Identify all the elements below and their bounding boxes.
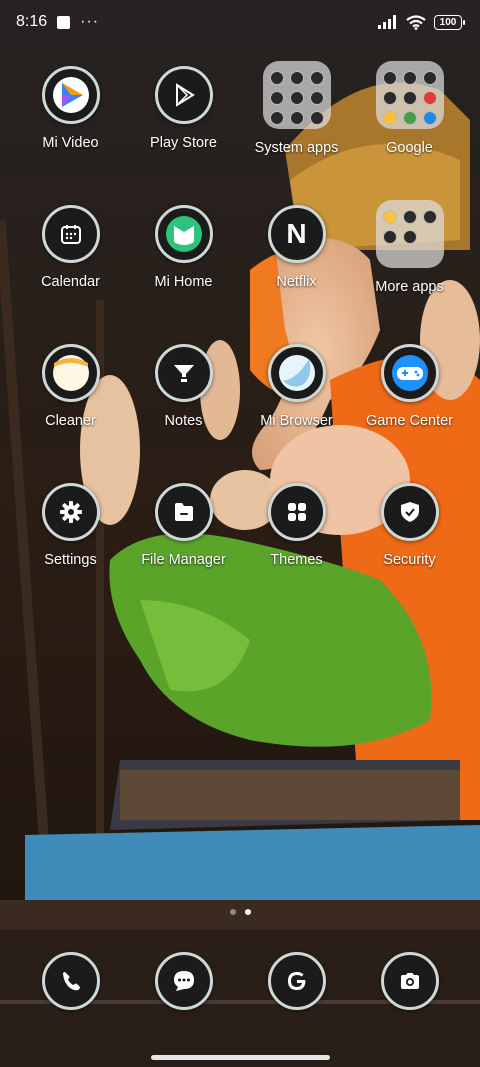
wifi-icon bbox=[406, 14, 426, 30]
folder-icon bbox=[375, 61, 444, 129]
messages-icon bbox=[155, 952, 213, 1010]
app-game-center[interactable]: Game Center bbox=[353, 344, 466, 429]
app-label: File Manager bbox=[141, 552, 226, 568]
netflix-icon: N bbox=[267, 205, 326, 263]
phone-icon bbox=[42, 952, 100, 1010]
signal-icon bbox=[378, 15, 396, 29]
app-label: Settings bbox=[44, 552, 97, 568]
game-controller-icon bbox=[380, 344, 439, 402]
file-manager-icon bbox=[154, 483, 213, 541]
app-calendar[interactable]: Calendar bbox=[14, 205, 127, 290]
camera-icon bbox=[381, 952, 439, 1010]
gesture-home-bar[interactable] bbox=[151, 1055, 330, 1060]
app-notes[interactable]: Notes bbox=[127, 344, 240, 429]
app-mi-video[interactable]: Mi Video bbox=[14, 66, 127, 151]
dock-phone[interactable] bbox=[42, 952, 100, 1010]
app-label: Play Store bbox=[150, 135, 217, 151]
more-dots-icon: ··· bbox=[80, 13, 100, 30]
page-dot[interactable] bbox=[229, 909, 236, 915]
mi-home-icon bbox=[154, 205, 213, 263]
app-play-store[interactable]: Play Store bbox=[127, 66, 240, 151]
app-netflix[interactable]: N Netflix bbox=[240, 205, 353, 290]
app-label: Cleaner bbox=[45, 413, 96, 429]
app-label: Game Center bbox=[365, 413, 454, 429]
calendar-icon bbox=[41, 205, 100, 263]
mi-video-icon bbox=[41, 66, 100, 124]
folder-icon bbox=[262, 61, 331, 129]
battery-icon: 100 bbox=[434, 14, 465, 30]
app-security[interactable]: Security bbox=[353, 483, 466, 568]
app-themes[interactable]: Themes bbox=[240, 483, 353, 568]
app-label: Mi Browser bbox=[260, 413, 333, 429]
app-cleaner[interactable]: Cleaner bbox=[14, 344, 127, 429]
app-mi-home[interactable]: Mi Home bbox=[127, 205, 240, 290]
dock-camera[interactable] bbox=[381, 952, 439, 1010]
app-file-manager[interactable]: File Manager bbox=[127, 483, 240, 568]
app-label: Security bbox=[383, 552, 436, 568]
google-icon bbox=[268, 952, 326, 1010]
app-label: Mi Home bbox=[154, 274, 213, 290]
app-label: More apps bbox=[375, 279, 444, 295]
shield-icon bbox=[380, 483, 439, 541]
app-label: Mi Video bbox=[42, 135, 99, 151]
page-dot-active[interactable] bbox=[244, 909, 251, 915]
themes-icon bbox=[267, 483, 326, 541]
folder-google[interactable]: Google bbox=[353, 61, 466, 156]
app-settings[interactable]: Settings bbox=[14, 483, 127, 568]
app-mi-browser[interactable]: Mi Browser bbox=[240, 344, 353, 429]
app-label: Netflix bbox=[276, 274, 317, 290]
app-label: System apps bbox=[254, 140, 339, 156]
notes-icon bbox=[154, 344, 213, 402]
dock-google[interactable] bbox=[268, 952, 326, 1010]
screenshot-icon bbox=[57, 15, 71, 29]
play-store-icon bbox=[154, 66, 213, 124]
folder-icon bbox=[375, 200, 444, 268]
status-time: 8:16 bbox=[16, 13, 48, 30]
app-label: Google bbox=[386, 140, 433, 156]
app-label: Notes bbox=[164, 413, 203, 429]
gear-icon bbox=[41, 483, 100, 541]
folder-more-apps[interactable]: More apps bbox=[353, 200, 466, 295]
folder-system-apps[interactable]: System apps bbox=[240, 61, 353, 156]
app-label: Calendar bbox=[41, 274, 100, 290]
app-label: Themes bbox=[270, 552, 323, 568]
page-indicator bbox=[0, 909, 480, 915]
status-bar: 8:16 ··· 100 bbox=[0, 0, 480, 44]
cleaner-icon bbox=[41, 344, 100, 402]
browser-icon bbox=[267, 344, 326, 402]
dock-messages[interactable] bbox=[155, 952, 213, 1010]
